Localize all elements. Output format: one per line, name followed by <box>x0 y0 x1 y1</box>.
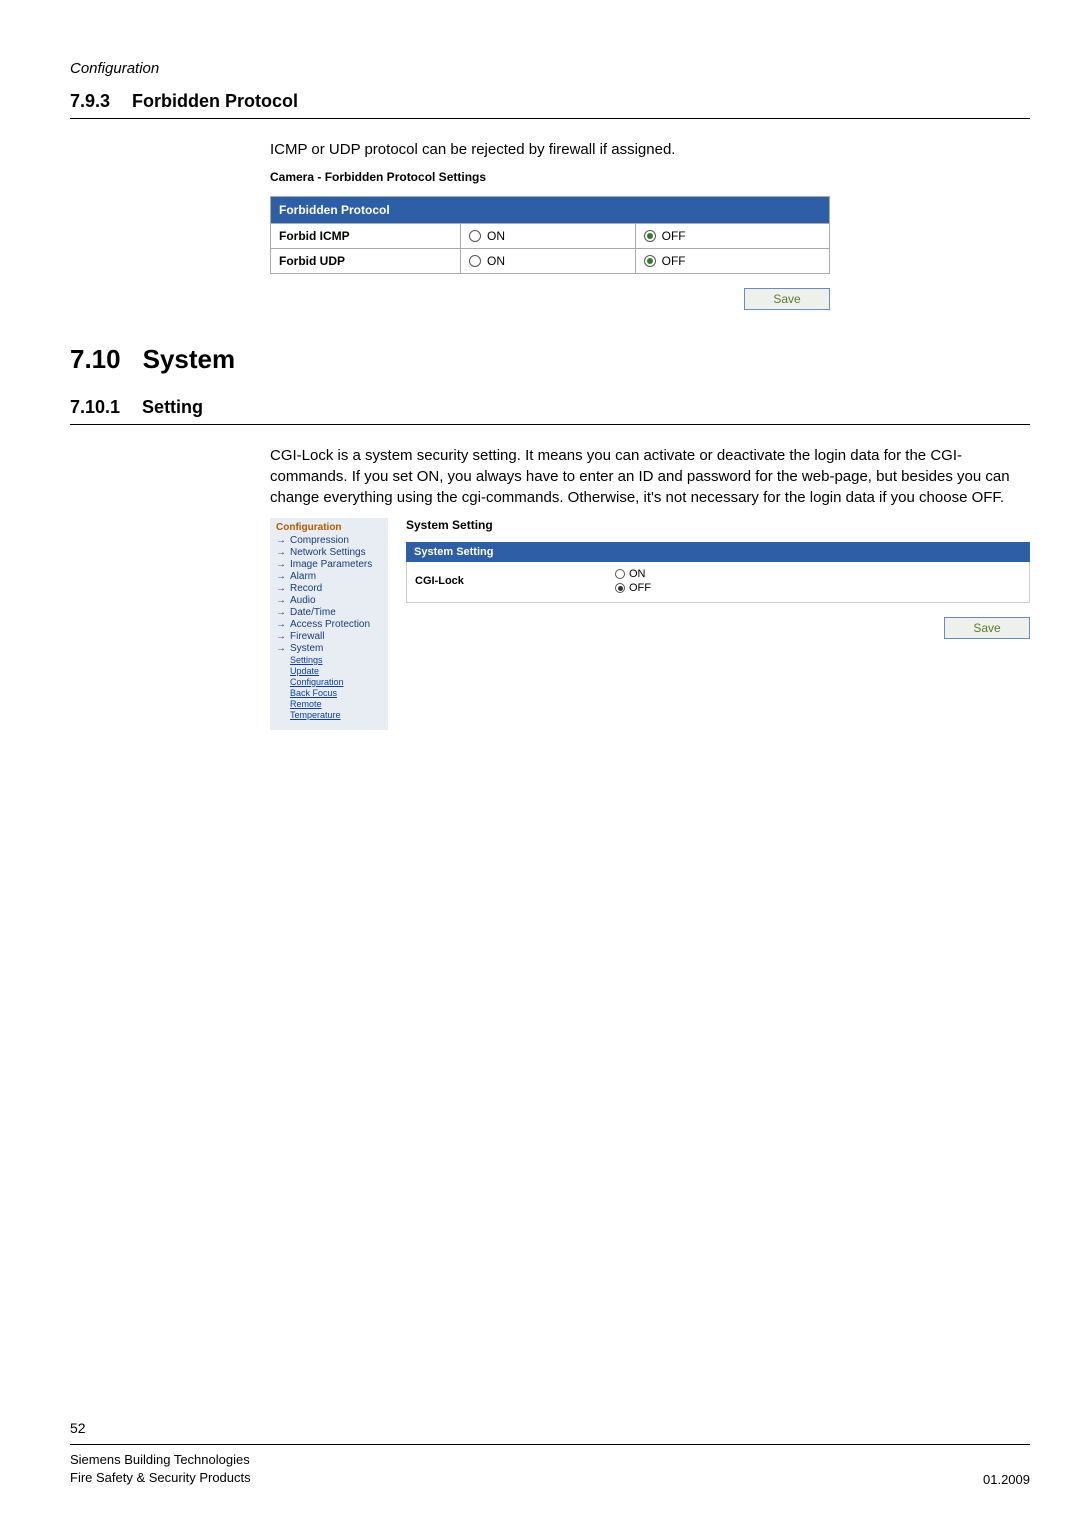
radio-icon[interactable] <box>469 230 481 242</box>
footer-division: Fire Safety & Security Products <box>70 1469 251 1487</box>
sidebar-item-image[interactable]: →Image Parameters <box>276 559 382 570</box>
section-number: 7.9.3 <box>70 91 110 112</box>
sidebar-item-datetime[interactable]: →Date/Time <box>276 607 382 618</box>
section-7-10-1-body: CGI-Lock is a system security setting. I… <box>270 445 1030 508</box>
sidebar-sub-configuration[interactable]: Configuration <box>290 677 382 687</box>
forbidden-panel-title: Camera - Forbidden Protocol Settings <box>270 170 1030 184</box>
on-label: ON <box>487 254 505 268</box>
section-7-9-3-body: ICMP or UDP protocol can be rejected by … <box>270 139 1030 160</box>
forbid-icmp-off-cell: OFF <box>635 224 829 249</box>
sidebar-item-access[interactable]: →Access Protection <box>276 619 382 630</box>
footer-company: Siemens Building Technologies <box>70 1451 251 1469</box>
arrow-icon: → <box>276 607 286 618</box>
off-label: OFF <box>662 254 686 268</box>
sidebar-item-firewall[interactable]: →Firewall <box>276 631 382 642</box>
arrow-icon: → <box>276 535 286 546</box>
table-row: Forbid UDP ON OFF <box>271 249 830 274</box>
arrow-icon: → <box>276 595 286 606</box>
arrow-icon: → <box>276 583 286 594</box>
page-category: Configuration <box>70 60 1030 77</box>
sidebar-item-alarm[interactable]: →Alarm <box>276 571 382 582</box>
sidebar-sub-remote[interactable]: Remote <box>290 699 382 709</box>
section-7-10-1-heading: 7.10.1 Setting <box>70 397 1030 425</box>
forbid-icmp-on-cell: ON <box>461 224 636 249</box>
arrow-icon: → <box>276 619 286 630</box>
cgi-lock-on-option[interactable]: ON <box>615 568 651 580</box>
forbidden-table-header: Forbidden Protocol <box>271 197 830 224</box>
arrow-icon: → <box>276 559 286 570</box>
section-7-9-3-heading: 7.9.3 Forbidden Protocol <box>70 91 1030 119</box>
page-number: 52 <box>70 1420 1030 1436</box>
system-table-header: System Setting <box>406 542 1030 562</box>
sidebar-item-network[interactable]: →Network Settings <box>276 547 382 558</box>
sidebar-item-audio[interactable]: →Audio <box>276 595 382 606</box>
forbid-udp-on-cell: ON <box>461 249 636 274</box>
section-title: System <box>143 344 236 375</box>
section-title: Forbidden Protocol <box>132 91 298 112</box>
section-number: 7.10.1 <box>70 397 120 418</box>
config-sidebar: Configuration →Compression →Network Sett… <box>270 518 388 730</box>
sidebar-sub-backfocus[interactable]: Back Focus <box>290 688 382 698</box>
radio-icon[interactable] <box>615 569 625 579</box>
forbid-icmp-label: Forbid ICMP <box>271 224 461 249</box>
save-button[interactable]: Save <box>744 288 830 310</box>
system-setting-screenshot: Configuration →Compression →Network Sett… <box>270 518 1030 730</box>
cgi-lock-label: CGI-Lock <box>415 575 575 587</box>
sidebar-title: Configuration <box>276 522 382 533</box>
system-main: System Setting System Setting CGI-Lock O… <box>406 518 1030 730</box>
off-label: OFF <box>629 582 651 594</box>
section-number: 7.10 <box>70 344 121 375</box>
radio-icon[interactable] <box>615 583 625 593</box>
arrow-icon: → <box>276 571 286 582</box>
sidebar-sub-settings[interactable]: Settings <box>290 655 382 665</box>
sidebar-sub-temperature[interactable]: Temperature <box>290 710 382 720</box>
system-main-title: System Setting <box>406 518 1030 532</box>
arrow-icon: → <box>276 547 286 558</box>
sidebar-item-record[interactable]: →Record <box>276 583 382 594</box>
radio-icon[interactable] <box>644 230 656 242</box>
footer-date: 01.2009 <box>983 1472 1030 1487</box>
on-label: ON <box>487 229 505 243</box>
forbid-udp-off-cell: OFF <box>635 249 829 274</box>
page-footer: 52 Siemens Building Technologies Fire Sa… <box>70 1420 1030 1487</box>
arrow-icon: → <box>276 643 286 654</box>
section-title: Setting <box>142 397 203 418</box>
forbidden-protocol-table: Forbidden Protocol Forbid ICMP ON OFF <box>270 196 830 274</box>
arrow-icon: → <box>276 631 286 642</box>
radio-icon[interactable] <box>644 255 656 267</box>
sidebar-item-system[interactable]: →System <box>276 643 382 654</box>
forbid-udp-label: Forbid UDP <box>271 249 461 274</box>
on-label: ON <box>629 568 646 580</box>
section-7-10-heading: 7.10 System <box>70 344 1030 375</box>
system-table-row: CGI-Lock ON OFF <box>406 562 1030 603</box>
cgi-lock-off-option[interactable]: OFF <box>615 582 651 594</box>
save-button[interactable]: Save <box>944 617 1030 639</box>
off-label: OFF <box>662 229 686 243</box>
radio-icon[interactable] <box>469 255 481 267</box>
sidebar-sub-update[interactable]: Update <box>290 666 382 676</box>
sidebar-item-compression[interactable]: →Compression <box>276 535 382 546</box>
table-row: Forbid ICMP ON OFF <box>271 224 830 249</box>
